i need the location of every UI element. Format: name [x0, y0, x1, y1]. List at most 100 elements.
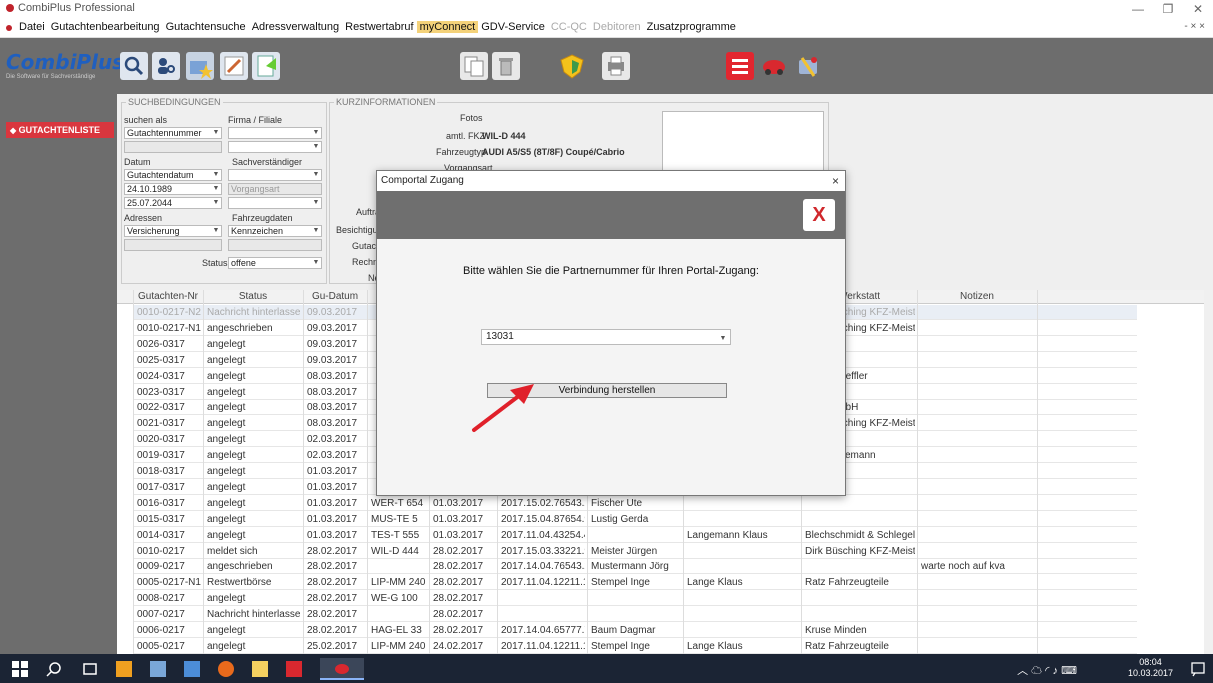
- menu-item-cc-qc[interactable]: CC-QC: [548, 21, 590, 33]
- table-cell: Blechschmidt & Schlegel ...: [805, 529, 915, 541]
- windows-start-icon[interactable]: [12, 661, 28, 677]
- dialog-cancel-button[interactable]: X: [803, 199, 835, 231]
- table-cell: Nachricht hinterlassen: [207, 609, 301, 621]
- table-cell: 01.03.2017: [433, 497, 484, 509]
- table-cell: 28.02.2017: [433, 625, 484, 636]
- table-cell: 0024-0317: [137, 370, 185, 382]
- arrow-icon: ◆: [10, 126, 17, 135]
- maximize-button[interactable]: ❐: [1153, 0, 1183, 18]
- close-window-button[interactable]: ✕: [1183, 0, 1213, 18]
- table-row[interactable]: 0009-0217 angeschrieben 28.02.2017 28.02.20…: [133, 559, 1137, 575]
- tools-icon[interactable]: [794, 52, 822, 80]
- list-icon[interactable]: [726, 52, 754, 80]
- combiplus-app-icon[interactable]: [320, 658, 364, 680]
- address-select[interactable]: Versicherung ▼: [124, 225, 222, 237]
- menu-item-restwertabruf[interactable]: Restwertabruf: [342, 21, 416, 33]
- menu-item-gutachtensuche[interactable]: Gutachtensuche: [163, 21, 249, 33]
- vehicle-type-label: Fahrzeugtyp: [436, 147, 487, 157]
- date-type-select[interactable]: Gutachtendatum ▼: [124, 169, 222, 181]
- menu-item-zusatzprogramme[interactable]: Zusatzprogramme: [644, 21, 739, 33]
- table-row[interactable]: 0016-0317 angelegt 01.03.2017 WER-T 654 01.0…: [133, 496, 1137, 511]
- table-row[interactable]: 0006-0217 angelegt 28.02.2017 HAG-EL 33 28.0…: [133, 623, 1137, 638]
- vehicle-data-input[interactable]: [228, 239, 322, 251]
- table-cell: angelegt: [207, 418, 246, 430]
- fkz-value: WIL-D 444: [482, 131, 526, 141]
- dialog-close-icon[interactable]: ×: [832, 171, 839, 191]
- table-cell: angelegt: [207, 513, 246, 525]
- vehicle-type-value: AUDI A5/S5 (8T/8F) Coupé/Cabrio: [482, 147, 625, 157]
- date-from-value: 24.10.1989: [127, 184, 173, 194]
- status-select[interactable]: offene ▼: [228, 257, 322, 269]
- print-icon[interactable]: [602, 52, 630, 80]
- table-cell: 0017-0317: [137, 481, 185, 493]
- table-row[interactable]: 0015-0317 angelegt 01.03.2017 MUS-TE 5 01.03…: [133, 512, 1137, 527]
- office-app-icon[interactable]: [116, 661, 132, 677]
- mdi-controls[interactable]: - × ×: [1184, 21, 1205, 32]
- menu-item-gutachtenbearbeitung[interactable]: Gutachtenbearbeitung: [48, 21, 163, 33]
- menu-item-datei[interactable]: Datei: [16, 21, 48, 33]
- table-row[interactable]: 0007-0217 Nachricht hinterlassen 28.02.201…: [133, 607, 1137, 623]
- table-cell: angelegt: [207, 497, 246, 509]
- minimize-button[interactable]: —: [1123, 0, 1153, 18]
- user-search-icon[interactable]: [152, 52, 180, 80]
- task-view-icon[interactable]: [82, 661, 98, 677]
- table-row[interactable]: 0010-0217 meldet sich 28.02.2017 WIL-D 444 2…: [133, 544, 1137, 559]
- car-icon[interactable]: [760, 52, 788, 80]
- column-divider: [133, 290, 134, 654]
- menu-item-debitoren[interactable]: Debitoren: [590, 21, 644, 33]
- edit-icon[interactable]: [220, 52, 248, 80]
- tools-app-icon[interactable]: [286, 661, 302, 677]
- vehicle-data-select[interactable]: Kennzeichen ▼: [228, 225, 322, 237]
- partner-number-select[interactable]: 13031 ▼: [481, 329, 731, 345]
- expert-select[interactable]: ▼: [228, 169, 322, 181]
- address-input[interactable]: [124, 239, 222, 251]
- menu-item-adressverwaltung[interactable]: Adressverwaltung: [249, 21, 342, 33]
- vertical-scrollbar[interactable]: [1204, 290, 1213, 654]
- table-cell: angelegt: [207, 481, 246, 493]
- branch-select[interactable]: ▼: [228, 141, 322, 153]
- search-as-select[interactable]: Gutachtennummer ▼: [124, 127, 222, 139]
- copy-icon[interactable]: [460, 52, 488, 80]
- trash-icon[interactable]: [492, 52, 520, 80]
- search-icon[interactable]: [120, 52, 148, 80]
- column-divider: [203, 290, 204, 654]
- table-cell: Ratz Fahrzeugteile: [805, 640, 889, 652]
- date-to-input[interactable]: 25.07.2044 ▼: [124, 197, 222, 209]
- menu-item-myconnect[interactable]: myConnect: [416, 21, 479, 33]
- table-cell: 0016-0317: [137, 497, 185, 509]
- menu-item-gdv-service[interactable]: GDV-Service: [478, 21, 548, 33]
- star-folder-icon[interactable]: [186, 52, 214, 80]
- sidebar-item-label: GUTACHTENLISTE: [18, 125, 101, 135]
- column-header[interactable]: Gutachten-Nr: [133, 291, 203, 302]
- tray-icons[interactable]: ︿ ☁ ◜ ♪ ⌨: [1017, 662, 1077, 678]
- process-type-select-2[interactable]: ▼: [228, 197, 322, 209]
- taskbar-clock[interactable]: 08:04 10.03.2017: [1128, 657, 1173, 679]
- document-icon[interactable]: [252, 52, 280, 80]
- table-cell: Kruse Minden: [805, 625, 867, 636]
- table-cell: Lange Klaus: [687, 640, 743, 652]
- firefox-icon[interactable]: [218, 661, 234, 677]
- search-icon[interactable]: [46, 661, 62, 677]
- table-row[interactable]: 0014-0317 angelegt 01.03.2017 TES-T 555 01.0…: [133, 528, 1137, 543]
- shield-icon[interactable]: [558, 52, 586, 80]
- table-row[interactable]: 0005-0217-N1 Restwertbörse 28.02.2017 LIP-M…: [133, 575, 1137, 591]
- notes-app-icon[interactable]: [150, 661, 166, 677]
- table-cell: 28.02.2017: [307, 561, 358, 573]
- table-cell: Restwertbörse: [207, 577, 272, 589]
- process-type-select[interactable]: Vorgangsart: [228, 183, 322, 195]
- table-row[interactable]: 0005-0217 angelegt 25.02.2017 LIP-MM 240 24.…: [133, 639, 1137, 654]
- table-cell: 0015-0317: [137, 513, 185, 525]
- network-app-icon[interactable]: [184, 661, 200, 677]
- date-from-input[interactable]: 24.10.1989 ▼: [124, 183, 222, 195]
- editor-app-icon[interactable]: [252, 661, 268, 677]
- search-term-input[interactable]: [124, 141, 222, 153]
- column-header[interactable]: Notizen: [917, 291, 1037, 302]
- table-cell: meldet sich: [207, 545, 258, 557]
- column-header[interactable]: Gu-Datum: [303, 291, 367, 302]
- firm-label: Firma / Filiale: [228, 115, 283, 125]
- sidebar-item-gutachtenliste[interactable]: ◆ GUTACHTENLISTE: [6, 122, 114, 138]
- column-header[interactable]: Status: [203, 291, 303, 302]
- table-row[interactable]: 0008-0217 angelegt 28.02.2017 WE-G 100 28.02…: [133, 591, 1137, 607]
- notification-icon[interactable]: [1190, 661, 1206, 677]
- firm-select[interactable]: ▼: [228, 127, 322, 139]
